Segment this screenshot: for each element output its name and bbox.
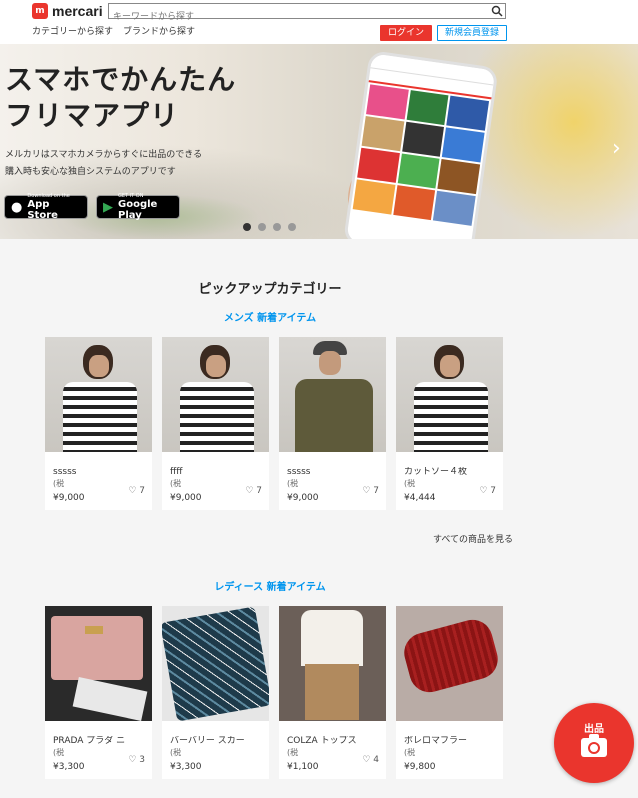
login-button[interactable]: ログイン: [380, 25, 432, 41]
product-tax: (税: [53, 748, 65, 757]
heart-icon: ♡: [128, 755, 137, 765]
product-name: バーバリー スカー: [170, 736, 245, 746]
product-card[interactable]: バーバリー スカー (税 ¥3,300: [162, 606, 269, 779]
product-name: ボレロマフラー: [404, 736, 468, 746]
app-store-button[interactable]: ● Download on the App Store: [4, 193, 88, 221]
heart-icon: ♡: [479, 486, 488, 496]
like-count: ♡ 4: [362, 755, 379, 765]
like-number: 7: [256, 486, 262, 496]
product-tax: (税: [170, 479, 182, 488]
heart-icon: ♡: [362, 755, 371, 765]
product-image: [162, 606, 269, 721]
hero-title: スマホでかんたん フリマアプリ: [5, 63, 237, 132]
header: m mercari カテゴリーから探す ブランドから探す ログイン 新規会員登録: [0, 0, 638, 44]
product-price: ¥9,000: [287, 493, 319, 503]
camera-icon: [581, 734, 607, 757]
header-nav: カテゴリーから探す ブランドから探す: [32, 24, 195, 37]
product-card[interactable]: PRADA プラダ ニ (税 ¥3,300 ♡ 3: [45, 606, 152, 779]
product-image: [162, 337, 269, 452]
product-tax: (税: [287, 479, 299, 488]
product-name: sssss: [287, 467, 311, 477]
slide-dot-4[interactable]: [288, 223, 296, 231]
like-count: ♡ 7: [128, 486, 145, 496]
product-name: COLZA トップス: [287, 736, 357, 746]
product-tax: (税: [287, 748, 299, 757]
nav-category[interactable]: カテゴリーから探す: [32, 24, 113, 37]
heart-icon: ♡: [245, 486, 254, 496]
product-tax: (税: [404, 479, 416, 488]
like-count: ♡ 7: [479, 486, 496, 496]
search-box[interactable]: [108, 3, 506, 25]
like-count: ♡ 7: [362, 486, 379, 496]
product-image: [45, 606, 152, 721]
search-input[interactable]: [109, 9, 487, 25]
nav-brand[interactable]: ブランドから探す: [123, 24, 195, 37]
slide-dot-1[interactable]: [243, 223, 251, 231]
search-icon[interactable]: [491, 5, 503, 17]
like-count: ♡ 7: [245, 486, 262, 496]
see-all-link[interactable]: すべての商品を見る: [433, 532, 513, 545]
gplay-label: Google Play: [118, 199, 158, 221]
heart-icon: ♡: [128, 486, 137, 496]
signup-button[interactable]: 新規会員登録: [437, 25, 507, 41]
hero-subtitle: メルカリはスマホカメラからすぐに出品のできる 購入時も安心な独自システムのアプリ…: [5, 150, 203, 177]
product-price: ¥4,444: [404, 493, 436, 503]
product-name: sssss: [53, 467, 77, 477]
sell-button[interactable]: 出品: [554, 703, 634, 783]
mercari-logo-icon: m: [32, 3, 48, 19]
apple-icon: ●: [11, 199, 23, 215]
product-tax: (税: [170, 748, 182, 757]
like-count: ♡ 3: [128, 755, 145, 765]
product-price: ¥3,300: [170, 762, 202, 772]
slide-dot-2[interactable]: [258, 223, 266, 231]
product-tax: (税: [404, 748, 416, 757]
product-name: カットソー４枚: [404, 467, 468, 477]
ladies-section-title[interactable]: レディース 新着アイテム: [0, 578, 540, 593]
like-number: 3: [139, 755, 145, 765]
product-image: [396, 606, 503, 721]
ladies-items: PRADA プラダ ニ (税 ¥3,300 ♡ 3 バーバリー スカー (税 ¥…: [45, 606, 503, 779]
product-card[interactable]: カットソー４枚 (税 ¥4,444 ♡ 7: [396, 337, 503, 510]
chevron-right-icon[interactable]: ›: [612, 136, 621, 161]
like-number: 7: [139, 486, 145, 496]
like-number: 4: [373, 755, 379, 765]
sell-label: 出品: [584, 724, 604, 735]
heart-icon: ♡: [362, 486, 371, 496]
product-price: ¥9,000: [53, 493, 85, 503]
slide-dot-3[interactable]: [273, 223, 281, 231]
mens-items: sssss (税 ¥9,000 ♡ 7 ffff (税 ¥9,000 ♡ 7 s…: [45, 337, 503, 510]
product-name: ffff: [170, 467, 183, 477]
product-image: [279, 337, 386, 452]
hero-banner[interactable]: スマホでかんたん フリマアプリ メルカリはスマホカメラからすぐに出品のできる 購…: [0, 44, 638, 239]
mercari-logo[interactable]: m mercari: [32, 3, 103, 19]
product-price: ¥9,000: [170, 493, 202, 503]
product-card[interactable]: COLZA トップス (税 ¥1,100 ♡ 4: [279, 606, 386, 779]
like-number: 7: [490, 486, 496, 496]
phone-image: [342, 50, 499, 239]
google-play-button[interactable]: ▶ GET IT ON Google Play: [96, 193, 180, 221]
like-number: 7: [373, 486, 379, 496]
product-price: ¥3,300: [53, 762, 85, 772]
phone-product-grid: [350, 82, 491, 228]
product-price: ¥9,800: [404, 762, 436, 772]
product-image: [279, 606, 386, 721]
slide-dots: [243, 223, 296, 231]
play-icon: ▶: [103, 199, 113, 215]
appstore-label: App Store: [27, 199, 58, 221]
product-card[interactable]: ffff (税 ¥9,000 ♡ 7: [162, 337, 269, 510]
mens-section-title[interactable]: メンズ 新着アイテム: [0, 309, 540, 324]
product-card[interactable]: sssss (税 ¥9,000 ♡ 7: [279, 337, 386, 510]
logo-text: mercari: [52, 3, 103, 19]
product-tax: (税: [53, 479, 65, 488]
product-card[interactable]: ボレロマフラー (税 ¥9,800: [396, 606, 503, 779]
pickup-title: ピックアップカテゴリー: [198, 282, 342, 297]
product-name: PRADA プラダ ニ: [53, 736, 126, 746]
product-price: ¥1,100: [287, 762, 319, 772]
product-card[interactable]: sssss (税 ¥9,000 ♡ 7: [45, 337, 152, 510]
product-image: [45, 337, 152, 452]
product-image: [396, 337, 503, 452]
